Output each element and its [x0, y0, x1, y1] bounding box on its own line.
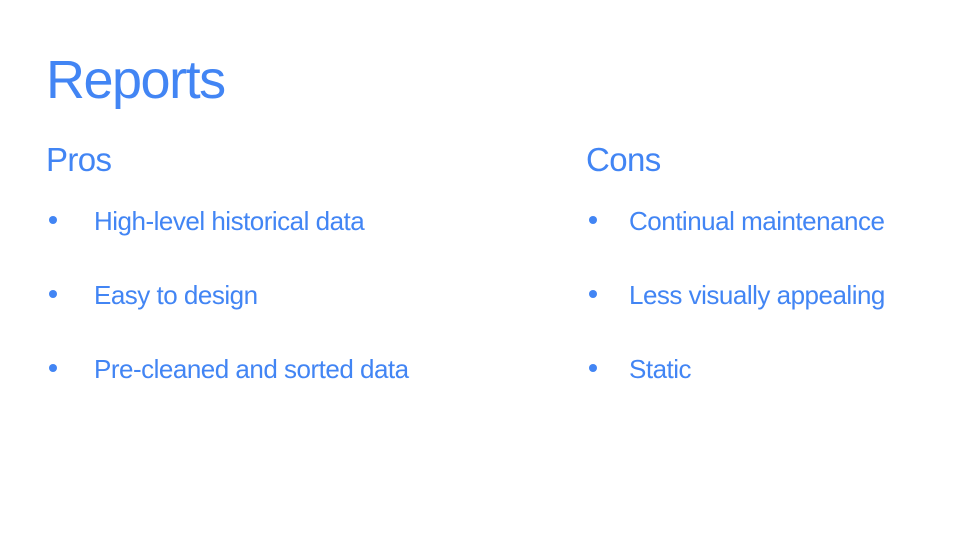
cons-item-text: Less visually appealing — [629, 280, 885, 310]
pros-column: Pros High-level historical data Easy to … — [46, 140, 516, 384]
cons-heading: Cons — [586, 141, 661, 178]
slide-title: Reports — [46, 50, 226, 110]
bullet-dot-icon — [589, 364, 597, 372]
bullet-dot-icon — [49, 364, 57, 372]
cons-item-text: Static — [629, 354, 692, 384]
pros-heading: Pros — [46, 141, 112, 178]
cons-item-text: Continual maintenance — [629, 206, 885, 236]
pros-item-text: Easy to design — [94, 280, 258, 310]
pros-item-text: Pre-cleaned and sorted data — [94, 354, 409, 384]
slide: Reports Pros High-level historical data … — [0, 0, 960, 540]
cons-column: Cons Continual maintenance Less visually… — [586, 140, 946, 384]
pros-item-text: High-level historical data — [94, 206, 365, 236]
bullet-dot-icon — [49, 216, 57, 224]
bullet-dot-icon — [49, 290, 57, 298]
bullet-dot-icon — [589, 290, 597, 298]
bullet-dot-icon — [589, 216, 597, 224]
